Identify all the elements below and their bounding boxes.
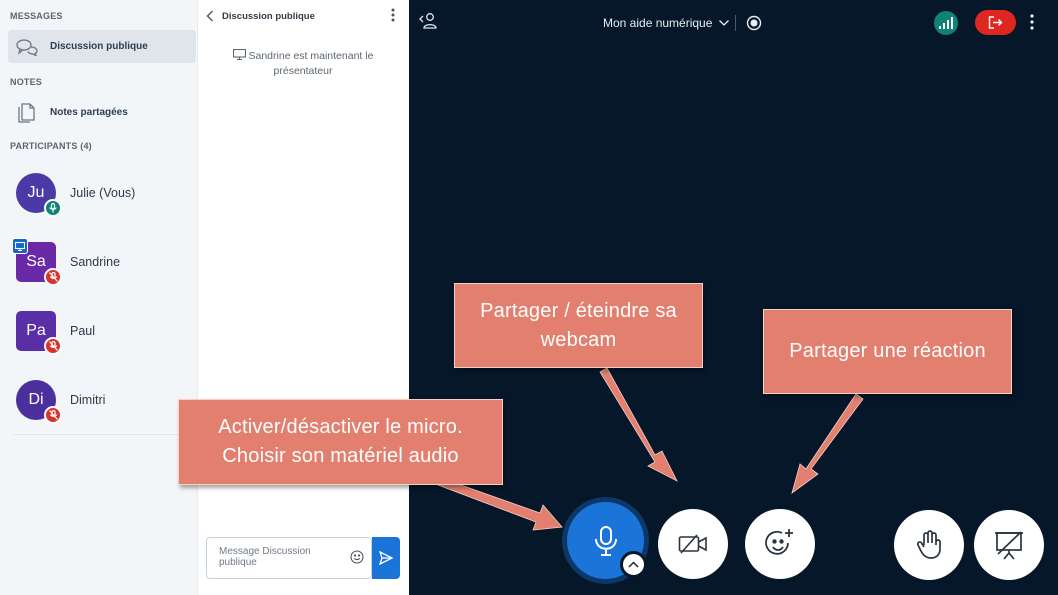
microphone-icon — [594, 525, 617, 556]
raise-hand-icon — [916, 530, 941, 559]
webcam-toggle-button[interactable] — [658, 509, 728, 579]
chevron-up-icon — [628, 561, 639, 568]
reaction-button[interactable] — [745, 509, 815, 579]
audio-settings-toggle[interactable] — [620, 551, 647, 578]
callout-webcam: Partager / éteindre sa webcam — [454, 283, 703, 368]
emoji-add-icon — [765, 529, 793, 555]
video-off-icon — [678, 534, 707, 554]
callout-micro: Activer/désactiver le micro. Choisir son… — [178, 399, 503, 485]
callout-reaction: Partager une réaction — [763, 309, 1012, 394]
raise-hand-button[interactable] — [894, 510, 964, 580]
presentation-off-icon — [995, 531, 1023, 560]
presentation-toggle-button[interactable] — [974, 510, 1044, 580]
